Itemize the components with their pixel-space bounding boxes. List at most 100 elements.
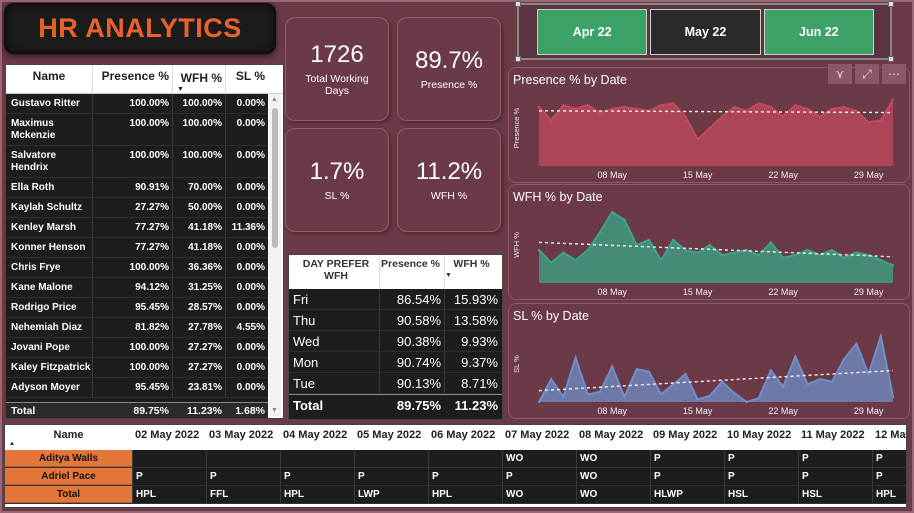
x-tick-label: 15 May (683, 287, 713, 297)
focus-mode-icon[interactable]: ⤢ (855, 64, 879, 84)
resize-handle[interactable] (888, 56, 894, 62)
matrix-cell: P (132, 468, 206, 485)
table-row[interactable]: Jovani Pope 100.00% 27.27% 0.00% (6, 338, 268, 358)
cell-wfh: 9.37% (444, 352, 502, 372)
data-point (537, 400, 541, 404)
resize-handle[interactable] (515, 1, 521, 7)
matrix-row[interactable]: Total HPL FFL HPL LWP HPL WO WO HLWP HSL HSL HPL (5, 486, 906, 504)
table-row[interactable]: Rodrigo Price 95.45% 28.57% 0.00% (6, 298, 268, 318)
table-row[interactable]: Wed 90.38% 9.93% (289, 331, 502, 352)
data-point (830, 107, 834, 111)
table-row[interactable]: Salvatore Hendrix 100.00% 100.00% 0.00% (6, 146, 268, 178)
month-button-apr-22[interactable]: Apr 22 (537, 8, 648, 55)
presence-by-date-chart[interactable]: Presence % by Date 08 May 15 May 22 May 29 … (508, 67, 910, 183)
month-button-jun-22[interactable]: Jun 22 (763, 8, 874, 55)
month-slicer[interactable]: Apr 22 May 22 Jun 22 (515, 1, 894, 62)
kpi-label: SL % (324, 190, 350, 202)
data-point (598, 231, 602, 234)
matrix-cell: HPL (132, 486, 206, 503)
table-row[interactable]: Kenley Marsh 77.27% 41.18% 11.36% (6, 218, 268, 238)
sl-by-date-chart[interactable]: SL % by Date 08 May 15 May 22 May 29 May SL … (508, 303, 910, 419)
column-header-date[interactable]: 12 May 2022 (872, 425, 906, 450)
column-header-date[interactable]: 04 May 2022 (280, 425, 354, 450)
column-header-sl[interactable]: SL % (225, 65, 268, 93)
column-header-wfh[interactable]: WFH % ▼ (172, 65, 225, 93)
table-row[interactable]: Mon 90.74% 9.37% (289, 352, 502, 373)
cell-sl: 0.00% (225, 238, 268, 257)
column-header-date[interactable]: 06 May 2022 (428, 425, 502, 450)
filter-icon[interactable]: ⋎ (828, 64, 852, 84)
table-row[interactable]: Ella Roth 90.91% 70.00% 0.00% (6, 178, 268, 198)
resize-handle[interactable] (888, 1, 894, 7)
scroll-thumb[interactable] (272, 108, 278, 248)
more-options-icon[interactable]: ⋯ (882, 64, 906, 84)
cell-wfh: 41.18% (172, 238, 225, 257)
table-row[interactable]: Kaley Fitzpatrick 100.00% 27.27% 0.00% (6, 358, 268, 378)
wfh-by-date-chart[interactable]: WFH % by Date 08 May 15 May 22 May 29 May WF… (508, 184, 910, 300)
x-tick-label: 08 May (597, 406, 627, 416)
resize-handle[interactable] (515, 56, 521, 62)
column-header-presence[interactable]: Presence % (92, 65, 172, 93)
column-header-date[interactable]: 08 May 2022 (576, 425, 650, 450)
total-wfh: 11.23% (186, 405, 222, 417)
column-header-date[interactable]: 02 May 2022 (132, 425, 206, 450)
column-header-day[interactable]: DAY PREFER WFH (289, 255, 379, 289)
table-row[interactable]: Kaylah Schultz 27.27% 50.00% 0.00% (6, 198, 268, 218)
table-row[interactable]: Kane Malone 94.12% 31.25% 0.00% (6, 278, 268, 298)
table-row[interactable]: Maximus Mckenzie 100.00% 100.00% 0.00% (6, 114, 268, 146)
cell-wfh: 31.25% (172, 278, 225, 297)
matrix-row[interactable]: Adriel Pace P P P P P P WO P P P P (5, 468, 906, 486)
employee-table[interactable]: Name Presence % WFH % ▼ SL % Gustavo Rit… (5, 64, 284, 419)
column-header-name[interactable]: Name (6, 65, 92, 93)
scroll-up-icon[interactable]: ▲ (271, 96, 278, 103)
table-row[interactable]: Tue 90.13% 8.71% (289, 373, 502, 394)
row-header-name[interactable]: Aditya Walls (5, 450, 132, 467)
table-row[interactable]: Adyson Moyer 95.45% 23.81% 0.00% (6, 378, 268, 398)
column-header-date[interactable]: 11 May 2022 (798, 425, 872, 450)
table-total-row: Total 89.75% 11.23% 1.68% (6, 402, 268, 418)
data-point (842, 105, 846, 109)
column-header-date[interactable]: 05 May 2022 (354, 425, 428, 450)
cell-day: Thu (293, 312, 316, 328)
matrix-cell: P (502, 468, 576, 485)
table-row[interactable]: Chris Frye 100.00% 36.36% 0.00% (6, 258, 268, 278)
column-header-presence[interactable]: Presence % (379, 255, 444, 289)
day-prefer-wfh-table[interactable]: DAY PREFER WFH Presence % WFH % ▼ Fri 86.… (288, 254, 503, 420)
attendance-matrix[interactable]: Name ▲ 02 May 2022 03 May 2022 04 May 2022 05… (4, 424, 907, 508)
kpi-presence: 89.7% Presence % (397, 17, 501, 121)
table-row[interactable]: Konner Henson 77.27% 41.18% 0.00% (6, 238, 268, 258)
matrix-cell: HPL (428, 486, 502, 503)
cell-day: Wed (293, 333, 320, 349)
table-scrollbar[interactable]: ▲ ▼ (269, 94, 281, 416)
data-point (562, 104, 565, 107)
cell-wfh: 41.18% (172, 218, 225, 237)
total-presence: 89.75% (396, 398, 441, 413)
data-point (659, 104, 663, 107)
sort-descending-icon: ▼ (445, 272, 452, 279)
column-header-date[interactable]: 07 May 2022 (502, 425, 576, 450)
column-header-date[interactable]: 09 May 2022 (650, 425, 724, 450)
cell-wfh: 50.00% (172, 198, 225, 217)
row-header-name[interactable]: Total (5, 486, 132, 503)
data-point (562, 395, 565, 399)
data-point (598, 390, 602, 394)
matrix-header-row: Name ▲ 02 May 2022 03 May 2022 04 May 2022 05… (5, 425, 906, 450)
table-row[interactable]: Nehemiah Diaz 81.82% 27.78% 4.55% (6, 318, 268, 338)
x-tick-label: 15 May (683, 406, 713, 416)
data-point (550, 119, 553, 122)
month-button-may-22[interactable]: May 22 (650, 8, 761, 55)
column-header-date[interactable]: 10 May 2022 (724, 425, 798, 450)
matrix-row[interactable]: Aditya Walls WO WO P P P P (5, 450, 906, 468)
kpi-label: Presence % (420, 79, 478, 91)
scroll-down-icon[interactable]: ▼ (271, 407, 278, 414)
column-header-name[interactable]: Name ▲ (5, 425, 132, 450)
cell-presence: 90.13% (379, 373, 444, 393)
column-header-wfh[interactable]: WFH % ▼ (444, 255, 502, 289)
row-header-name[interactable]: Adriel Pace (5, 468, 132, 485)
column-header-date[interactable]: 03 May 2022 (206, 425, 280, 450)
table-row[interactable]: Thu 90.58% 13.58% (289, 310, 502, 331)
matrix-cell: P (798, 450, 872, 467)
table-row[interactable]: Gustavo Ritter 100.00% 100.00% 0.00% (6, 94, 268, 114)
matrix-cell (132, 450, 206, 467)
table-row[interactable]: Fri 86.54% 15.93% (289, 289, 502, 310)
